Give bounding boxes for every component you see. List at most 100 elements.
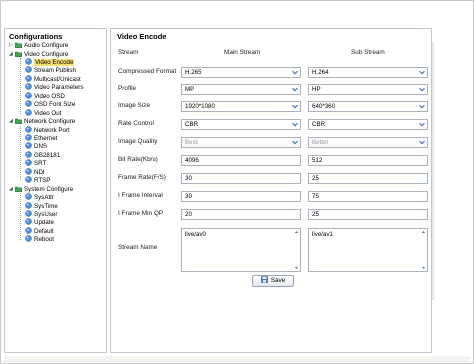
tree-item-label: DNS (34, 143, 48, 151)
chevron-down-icon[interactable] (418, 121, 426, 128)
field-label: Frame Rate(F/S) (118, 174, 166, 181)
sub-stream-frame-rate-f-s-input[interactable]: 25 (308, 173, 428, 184)
page-icon (25, 227, 32, 234)
field-label: Profile (118, 85, 137, 92)
sub-stream-i-frame-interval-input[interactable]: 75 (308, 191, 428, 202)
tree-item-label: Reboot (34, 236, 54, 244)
tree-item-label: Video Out (34, 109, 62, 117)
tree-item-label: Update (34, 219, 54, 227)
sub-stream-header: Sub Stream (351, 49, 385, 56)
field-label: I Frame Interval (118, 192, 163, 199)
sub-stream-image-size-select[interactable]: 640*360 (308, 101, 428, 112)
field-value: HP (312, 86, 321, 93)
tree-item-label: SysTime (34, 202, 58, 210)
page-icon (25, 159, 32, 167)
main-stream-compressed-format-select[interactable]: H.265 (181, 67, 301, 78)
field-value: H.265 (185, 69, 202, 76)
tree-item-label: System Configure (24, 185, 74, 193)
tree-item-label: SysUser (34, 211, 58, 218)
tree-item-label: Multicast/Unicast (34, 75, 81, 83)
tree-item-label: Video Parameters (34, 84, 84, 92)
chevron-down-icon[interactable] (291, 139, 299, 146)
tree-item-label: Stream Publish (34, 67, 76, 75)
page-icon (25, 125, 32, 133)
main-stream-i-frame-min-qp-input[interactable]: 20 (181, 209, 301, 220)
field-value: MP (185, 86, 195, 93)
folder-icon (15, 42, 22, 48)
chevron-down-icon[interactable] (291, 69, 299, 76)
save-button-label: Save (270, 277, 286, 284)
chevron-down-icon[interactable] (418, 86, 426, 93)
field-label: Rate Control (118, 120, 154, 127)
tree-item-label: NDI (34, 168, 45, 176)
chevron-down-icon[interactable] (418, 139, 426, 146)
textarea-scrollbar[interactable] (294, 230, 299, 270)
field-label: Image Quality (118, 138, 158, 145)
field-value: 1920*1080 (185, 103, 215, 110)
tree-item-label: SRT (34, 160, 47, 168)
field-value: CBR (312, 121, 326, 128)
save-button[interactable]: Save (252, 275, 294, 287)
tree-item-label: OSD Font Size (34, 101, 76, 109)
main-stream-stream-name-textarea[interactable]: live/av0 (181, 228, 301, 272)
main-stream-rate-control-select[interactable]: CBR (181, 119, 301, 130)
sub-stream-i-frame-min-qp-input[interactable]: 25 (308, 209, 428, 220)
field-value: Best (185, 139, 198, 146)
main-stream-image-quality-select: Best (181, 137, 301, 148)
tree-guide-line (20, 193, 21, 241)
sub-stream-stream-name-textarea[interactable]: live/av1 (308, 228, 428, 272)
tree-item-label: Video OSD (34, 92, 65, 100)
page-icon (25, 134, 32, 141)
page-icon (25, 151, 32, 158)
sub-stream-bit-rate-kb-s-input[interactable]: 512 (308, 155, 428, 166)
chevron-down-icon[interactable] (291, 121, 299, 128)
field-value: 640*360 (312, 103, 336, 110)
main-stream-frame-rate-f-s-input[interactable]: 30 (181, 173, 301, 184)
field-value: H.264 (312, 69, 329, 76)
field-value: 25 (312, 175, 319, 182)
page-icon (25, 108, 32, 116)
sub-stream-compressed-format-select[interactable]: H.264 (308, 67, 428, 78)
tree-item-label: Ethernet (34, 134, 58, 142)
page-icon (25, 210, 32, 217)
main-stream-bit-rate-kb-s-input[interactable]: 4096 (181, 155, 301, 166)
field-value: 512 (312, 157, 323, 164)
page-icon (25, 218, 32, 226)
tree-guide-line (20, 57, 21, 114)
field-value: Better (312, 139, 329, 146)
chevron-down-icon[interactable] (418, 69, 426, 76)
floppy-disk-icon (260, 276, 268, 283)
main-scrollbar[interactable] (432, 42, 434, 300)
chevron-down-icon[interactable] (418, 103, 426, 110)
sub-stream-rate-control-select[interactable]: CBR (308, 119, 428, 130)
main-stream-i-frame-interval-input[interactable]: 30 (181, 191, 301, 202)
folder-icon (15, 118, 22, 124)
sub-stream-image-quality-select: Better (308, 137, 428, 148)
tree-item-reboot[interactable]: Reboot (25, 235, 54, 244)
tree-item-label: Video Encode (34, 58, 75, 66)
tree-item-label: RTSP (34, 177, 51, 185)
page-title: Video Encode (117, 32, 167, 41)
page-icon (25, 168, 32, 175)
page-icon (25, 176, 32, 183)
field-label: I Frame Min QP (118, 210, 164, 217)
sidebar-title: Configurations (9, 32, 63, 41)
sub-stream-profile-select[interactable]: HP (308, 84, 428, 95)
page-icon (25, 193, 32, 200)
field-value: live/av0 (185, 231, 206, 238)
textarea-scrollbar[interactable] (421, 230, 426, 270)
field-value: live/av1 (312, 231, 333, 238)
page-icon (25, 201, 32, 209)
status-strip (4, 356, 470, 362)
chevron-down-icon[interactable] (291, 86, 299, 93)
main-stream-image-size-select[interactable]: 1920*1080 (181, 101, 301, 112)
page-icon (25, 91, 32, 99)
field-value: 20 (185, 211, 192, 218)
page-icon (25, 100, 32, 107)
tree-item-label: GB28181 (34, 151, 61, 159)
stream-column-header: Stream (118, 49, 139, 56)
main-stream-profile-select[interactable]: MP (181, 84, 301, 95)
page-icon (25, 58, 32, 65)
chevron-down-icon[interactable] (291, 103, 299, 110)
page-icon (25, 142, 32, 150)
